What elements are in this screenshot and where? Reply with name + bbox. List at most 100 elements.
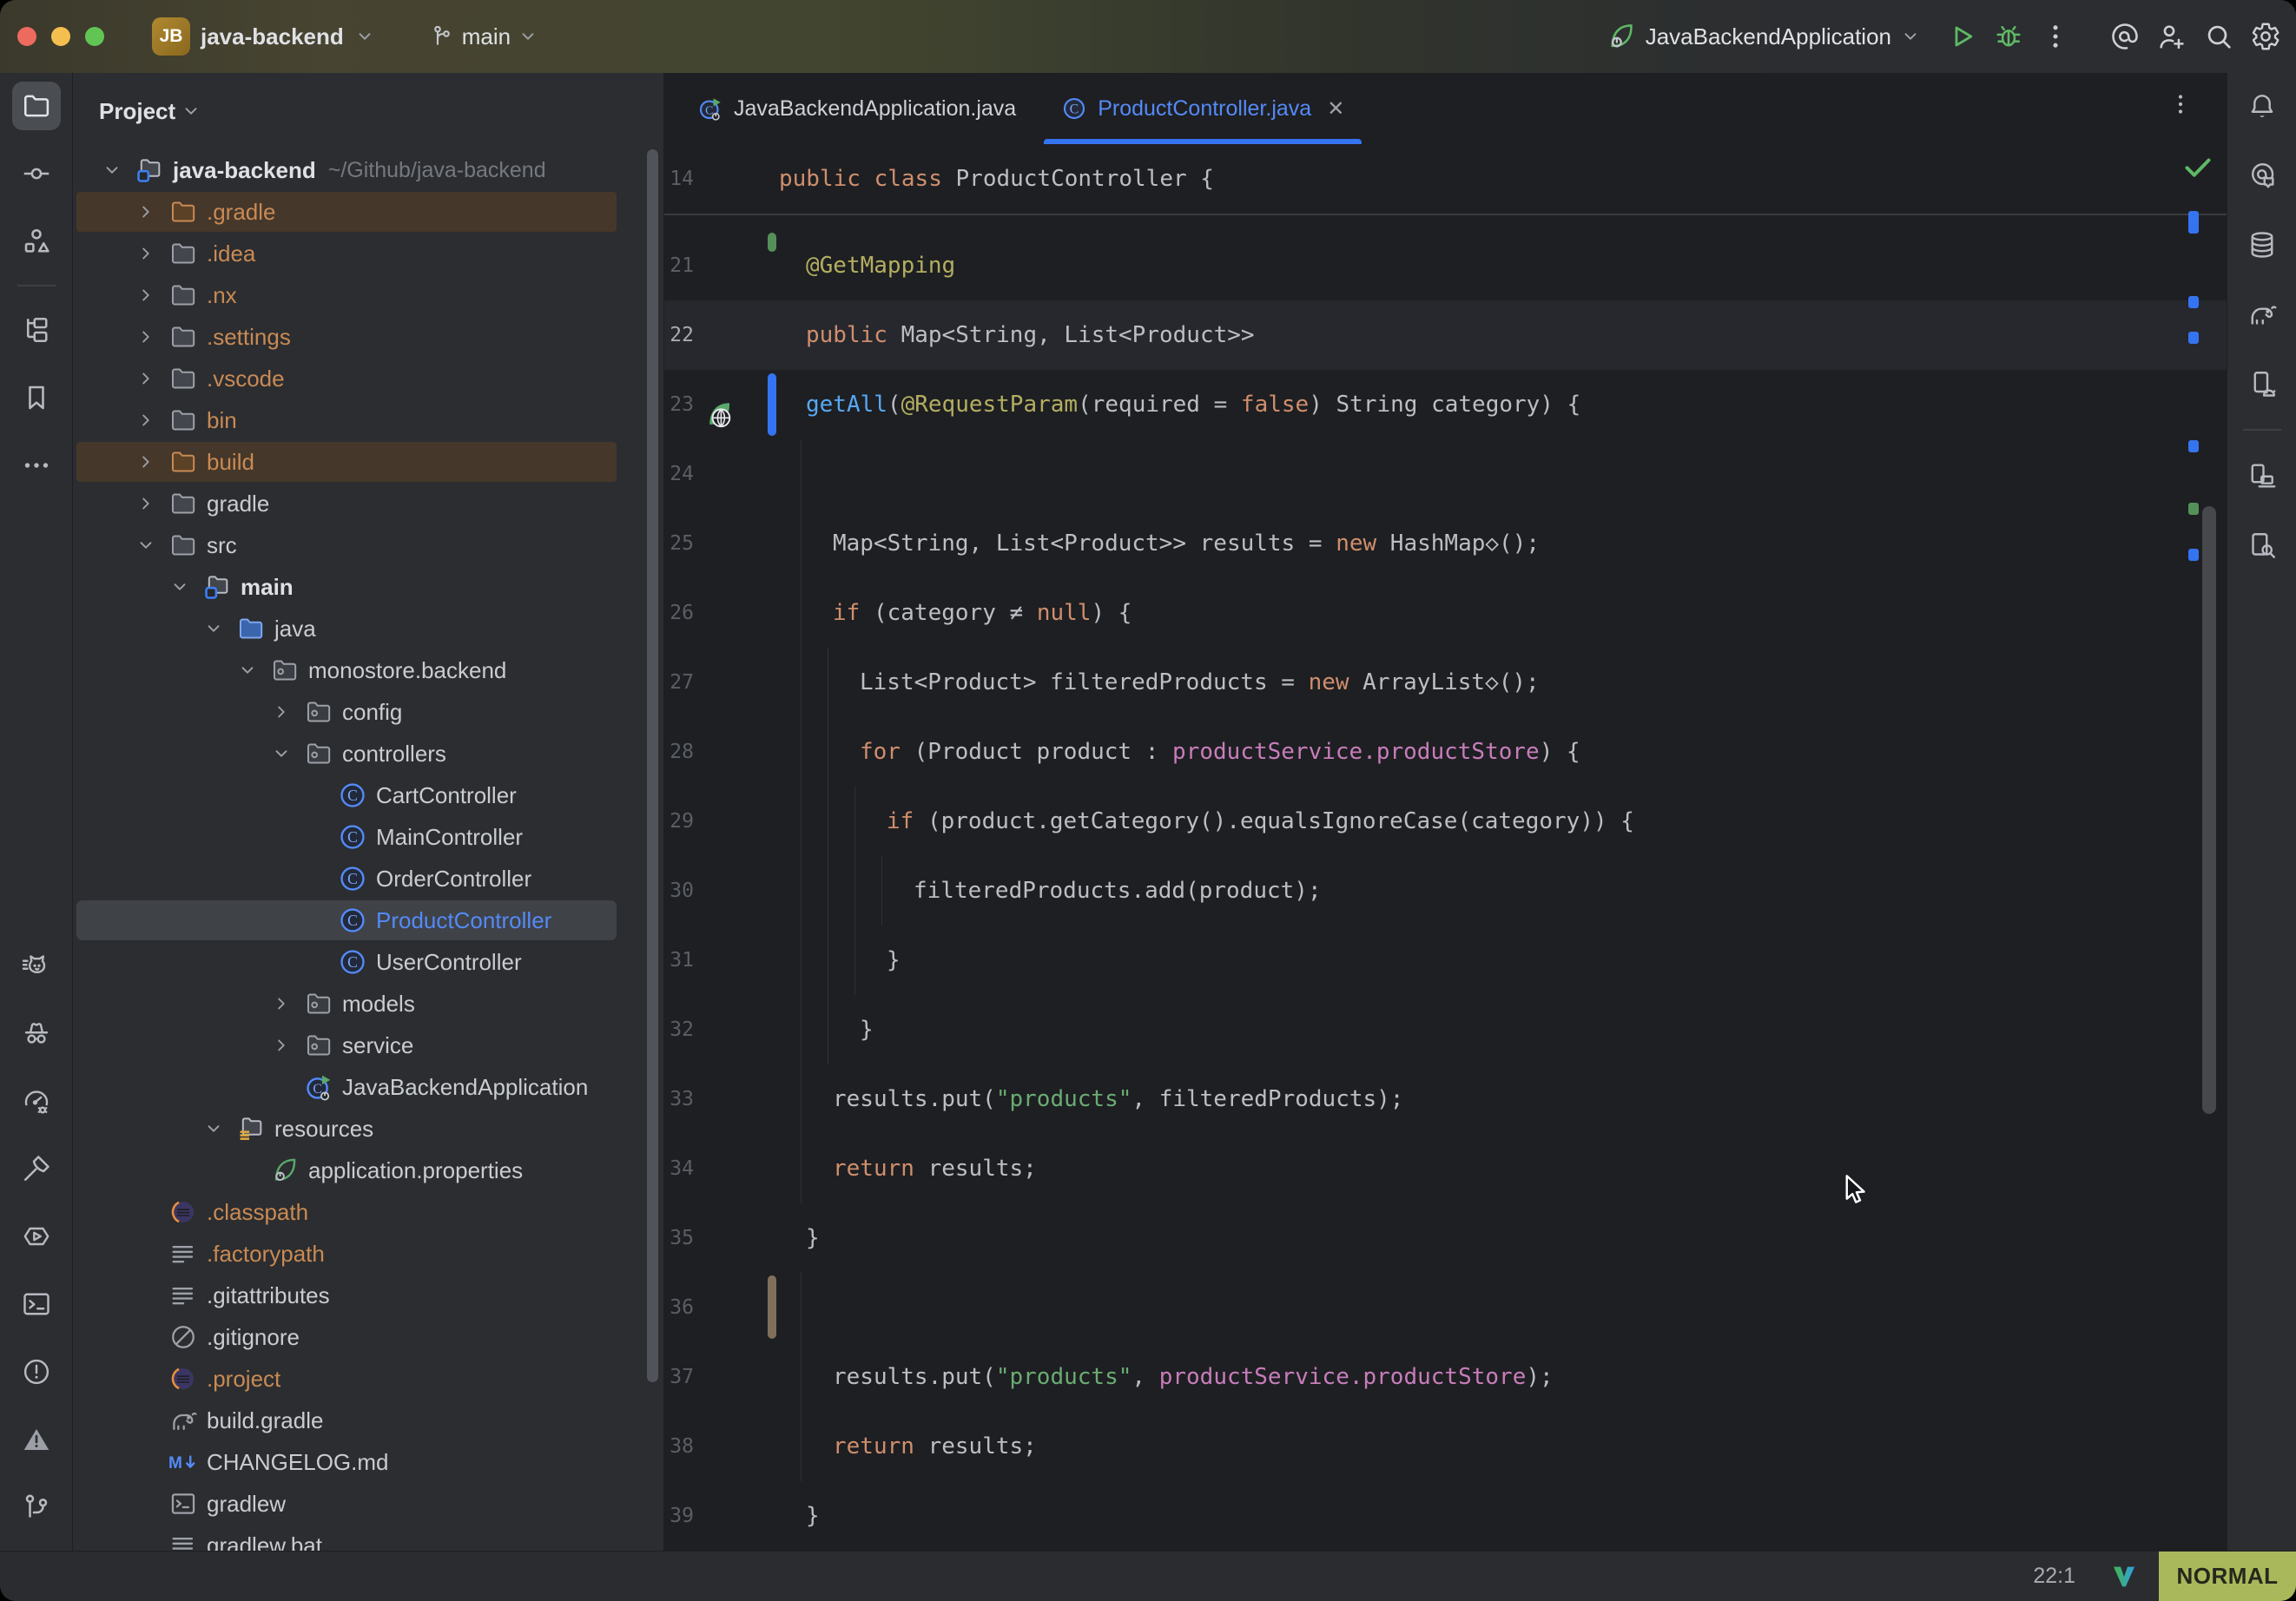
tree-item-gradlew[interactable]: gradlew	[73, 1483, 663, 1525]
code-with-me-button[interactable]	[2148, 13, 2195, 60]
tool-window-running-devices[interactable]	[2238, 359, 2286, 408]
tab-options-kebab-icon[interactable]	[2167, 91, 2202, 126]
chevron-down-icon[interactable]	[237, 659, 270, 682]
code-line-35[interactable]: 35}	[664, 1203, 2227, 1273]
tree-item-MainController[interactable]: CMainController	[73, 816, 663, 858]
code-line-23[interactable]: 23getAll(@RequestParam(required = false)…	[664, 370, 2227, 439]
editor-tab-JavaBackendApplication.java[interactable]: CJavaBackendApplication.java	[675, 73, 1039, 144]
chevron-down-icon[interactable]	[135, 534, 168, 557]
chevron-down-icon[interactable]	[271, 742, 304, 765]
tool-window-more-tool-windows[interactable]	[12, 441, 61, 490]
minimize-window-button[interactable]	[51, 27, 70, 46]
code-line-28[interactable]: 28for (Product product : productService.…	[664, 717, 2227, 787]
tool-window-version-control[interactable]	[12, 1483, 61, 1532]
tree-item-CartController[interactable]: CCartController	[73, 774, 663, 816]
stripe-mark-modified[interactable]	[2188, 440, 2199, 452]
chevron-down-icon[interactable]	[169, 576, 202, 598]
tool-window-structure[interactable]	[12, 217, 61, 266]
vim-mode-badge[interactable]: NORMAL	[2159, 1552, 2296, 1601]
tool-window-notifications[interactable]	[2238, 82, 2286, 130]
vcs-change-marker[interactable]	[768, 233, 776, 252]
tree-item-bin[interactable]: bin	[73, 399, 663, 441]
caret-position[interactable]: 22:1	[2033, 1564, 2075, 1589]
tree-item-gradle[interactable]: gradle	[73, 483, 663, 524]
tool-window-commit[interactable]	[12, 149, 61, 198]
tool-window-ai-assistant[interactable]	[2238, 151, 2286, 200]
tree-item-java[interactable]: java	[73, 608, 663, 649]
tree-item-.nx[interactable]: .nx	[73, 274, 663, 316]
close-window-button[interactable]	[17, 27, 36, 46]
tree-item-controllers[interactable]: controllers	[73, 733, 663, 774]
code-line-34[interactable]: 34return results;	[664, 1134, 2227, 1203]
tool-window-run-anything[interactable]	[12, 1212, 61, 1261]
tree-item-.project[interactable]: .project	[73, 1358, 663, 1400]
tree-item-config[interactable]: config	[73, 691, 663, 733]
chevron-right-icon[interactable]	[135, 409, 168, 432]
code-editor[interactable]: 14public class ProductController { 21@Get…	[664, 144, 2227, 1551]
tool-window-warnings[interactable]	[12, 1415, 61, 1464]
tree-item-application.properties[interactable]: application.properties	[73, 1150, 663, 1191]
ai-assistant-button[interactable]	[2101, 13, 2148, 60]
tree-item-.settings[interactable]: .settings	[73, 316, 663, 358]
inspections-ok-check-icon[interactable]	[2181, 149, 2215, 184]
run-button[interactable]	[1938, 13, 1985, 60]
search-everywhere-button[interactable]	[2195, 13, 2242, 60]
tree-item-ProductController[interactable]: CProductController	[73, 899, 663, 941]
run-configuration-selector[interactable]: JavaBackendApplication	[1606, 21, 1921, 52]
request-mapping-gutter-icon[interactable]	[703, 389, 735, 420]
tree-item-gradlew.bat[interactable]: gradlew.bat	[73, 1525, 663, 1551]
code-line-32[interactable]: 32}	[664, 995, 2227, 1064]
editor-tab-ProductController.java[interactable]: CProductController.java✕	[1039, 73, 1367, 144]
tool-window-project[interactable]	[12, 82, 61, 130]
tree-item-.gitignore[interactable]: .gitignore	[73, 1316, 663, 1358]
tree-item-JavaBackendApplication[interactable]: CJavaBackendApplication	[73, 1066, 663, 1108]
close-tab-icon[interactable]: ✕	[1327, 96, 1344, 122]
tree-item-monostore.backend[interactable]: monostore.backend	[73, 649, 663, 691]
code-line-27[interactable]: 27List<Product> filteredProducts = new A…	[664, 648, 2227, 717]
tree-item-build[interactable]: build	[73, 441, 663, 483]
tree-item-java-backend[interactable]: java-backend~/Github/java-backend	[73, 149, 663, 191]
code-line-33[interactable]: 33results.put("products", filteredProduc…	[664, 1064, 2227, 1134]
tree-item-.vscode[interactable]: .vscode	[73, 358, 663, 399]
sticky-code-line-14[interactable]: 14public class ProductController {	[664, 144, 2227, 215]
stripe-mark-added[interactable]	[2188, 503, 2199, 515]
code-line-21[interactable]: 21@GetMapping	[664, 231, 2227, 300]
stripe-mark-modified[interactable]	[2188, 332, 2199, 344]
tool-window-layout-inspector[interactable]	[2238, 521, 2286, 570]
tree-scrollbar[interactable]	[647, 149, 658, 1382]
ideavim-icon[interactable]	[2110, 1563, 2138, 1591]
debug-button[interactable]	[1985, 13, 2032, 60]
tool-window-terminal[interactable]	[12, 1280, 61, 1328]
chevron-right-icon[interactable]	[135, 242, 168, 265]
tool-window-problems[interactable]	[12, 1347, 61, 1396]
tree-item-.gitattributes[interactable]: .gitattributes	[73, 1275, 663, 1316]
tool-window-services[interactable]	[12, 306, 61, 354]
tree-item-.factorypath[interactable]: .factorypath	[73, 1233, 663, 1275]
chevron-right-icon[interactable]	[135, 492, 168, 515]
code-line-31[interactable]: 31}	[664, 926, 2227, 995]
project-panel-header[interactable]: Project	[73, 73, 663, 149]
chevron-right-icon[interactable]	[135, 451, 168, 473]
tool-window-incognito-plugin[interactable]	[12, 1009, 61, 1057]
code-line-37[interactable]: 37results.put("products", productService…	[664, 1342, 2227, 1412]
tree-item-.gradle[interactable]: .gradle	[73, 191, 663, 233]
chevron-right-icon[interactable]	[135, 284, 168, 306]
code-line-26[interactable]: 26if (category ≠ null) {	[664, 578, 2227, 648]
tool-window-database[interactable]	[2238, 221, 2286, 269]
tree-item-.classpath[interactable]: .classpath	[73, 1191, 663, 1233]
code-line-22[interactable]: 22public Map<String, List<Product>>	[664, 300, 2227, 370]
tree-item-src[interactable]: src	[73, 524, 663, 566]
chevron-down-icon[interactable]	[102, 159, 135, 181]
tool-window-build[interactable]	[12, 1144, 61, 1193]
branch-selector[interactable]: main	[429, 23, 538, 50]
chevron-down-icon[interactable]	[203, 617, 236, 640]
tool-window-profiler[interactable]	[12, 1077, 61, 1125]
code-line-30[interactable]: 30filteredProducts.add(product);	[664, 856, 2227, 926]
tool-window-bookmarks[interactable]	[12, 373, 61, 422]
chevron-down-icon[interactable]	[203, 1117, 236, 1140]
more-run-options-button[interactable]	[2032, 13, 2079, 60]
project-selector[interactable]: JB java-backend	[152, 17, 375, 56]
code-line-24[interactable]: 24	[664, 439, 2227, 509]
tree-item-.idea[interactable]: .idea	[73, 233, 663, 274]
chevron-right-icon[interactable]	[135, 326, 168, 348]
